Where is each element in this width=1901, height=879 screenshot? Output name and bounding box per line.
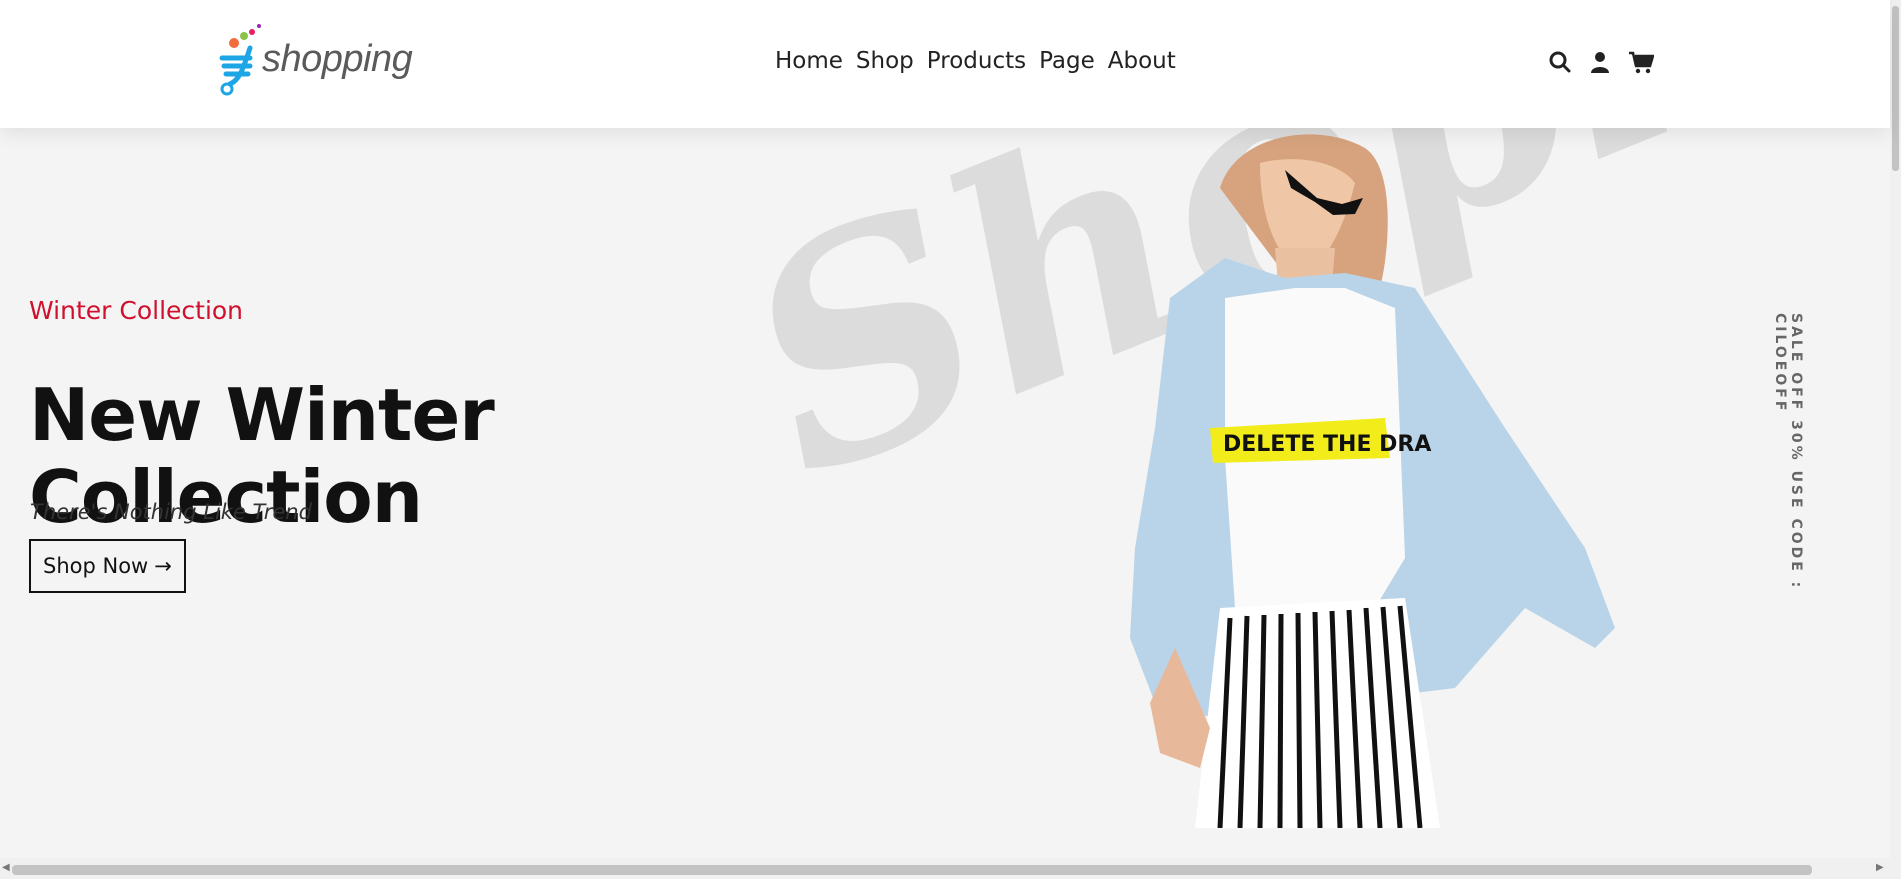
hero-model-image: DELETE THE DRA (1130, 134, 1615, 828)
user-icon[interactable] (1588, 50, 1612, 74)
vertical-scrollbar-thumb[interactable] (1892, 6, 1899, 171)
horizontal-scrollbar-thumb[interactable] (12, 865, 1812, 875)
logo[interactable]: shopping (214, 22, 413, 102)
header-actions (1548, 50, 1655, 74)
logo-text: shopping (262, 38, 413, 80)
scroll-right-icon[interactable]: ▶ (1876, 862, 1884, 873)
promo-side-text: SALE OFF 30% USE CODE : CILOEOFF (1772, 313, 1804, 591)
scroll-left-icon[interactable]: ◀ (2, 862, 10, 873)
vertical-scrollbar[interactable] (1890, 0, 1901, 879)
shop-now-label: Shop Now (43, 554, 149, 578)
nav-products[interactable]: Products (927, 48, 1026, 74)
shop-now-button[interactable]: Shop Now → (29, 539, 186, 593)
nav-shop[interactable]: Shop (856, 48, 914, 74)
main-nav: Home Shop Products Page About (775, 48, 1176, 74)
site-header: shopping Home Shop Products Page About (0, 0, 1890, 128)
hero-banner: Shopis Winter Collection New Winter Coll… (0, 128, 1890, 858)
hero-subtitle: There's Nothing Like Trend (30, 500, 312, 524)
arrow-right-icon: → (154, 554, 172, 578)
search-icon[interactable] (1548, 50, 1572, 74)
nav-page[interactable]: Page (1039, 48, 1095, 74)
nav-about[interactable]: About (1108, 48, 1176, 74)
hero-eyebrow: Winter Collection (29, 296, 244, 325)
tshirt-text: DELETE THE DRA (1223, 432, 1431, 457)
nav-home[interactable]: Home (775, 48, 843, 74)
cart-icon[interactable] (1628, 50, 1655, 74)
horizontal-scrollbar[interactable]: ◀ ▶ (0, 858, 1890, 879)
